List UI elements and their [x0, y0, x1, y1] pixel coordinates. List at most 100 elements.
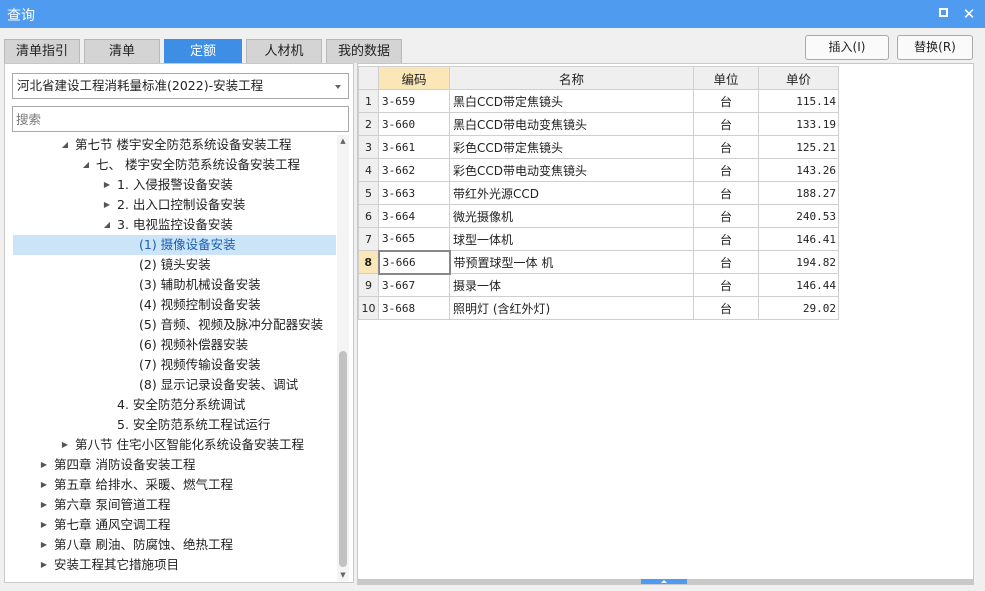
tree-node[interactable]: ◢ 七、 楼宇安全防范系统设备安装工程 [13, 155, 336, 175]
column-header-unit[interactable]: 单位 [693, 66, 759, 90]
replace-button[interactable]: 替换(R) [897, 35, 973, 60]
tree-node-selected[interactable]: (1) 摄像设备安装 [13, 235, 336, 255]
cell-price[interactable]: 115.14 [758, 89, 839, 113]
cell-code[interactable]: 3-665 [378, 227, 450, 251]
expanded-arrow-icon[interactable]: ◢ [81, 155, 91, 175]
tree-scrollbar[interactable]: ▲ ▼ [337, 135, 349, 581]
collapsed-arrow-icon[interactable]: ▶ [102, 195, 112, 215]
cell-price[interactable]: 240.53 [758, 204, 839, 228]
table-row-current[interactable]: 8 3-666 带预置球型一体 机 台 194.82 [358, 249, 839, 275]
tree-node[interactable]: ▶ 第八章 刷油、防腐蚀、绝热工程 [13, 535, 336, 555]
tree-node[interactable]: 5. 安全防范系统工程试运行 [13, 415, 336, 435]
cell-code[interactable]: 3-664 [378, 204, 450, 228]
table-row[interactable]: 3 3-661 彩色CCD带定焦镜头 台 125.21 [358, 135, 839, 159]
cell-price[interactable]: 194.82 [758, 250, 839, 274]
tab-quota[interactable]: 定额 [164, 39, 242, 63]
scroll-up-arrow-icon[interactable]: ▲ [337, 135, 349, 147]
tree-node[interactable]: ▶ 1. 入侵报警设备安装 [13, 175, 336, 195]
tree-node[interactable]: (5) 音频、视频及脉冲分配器安装 [13, 315, 336, 335]
tab-labor-material-machine[interactable]: 人材机 [246, 39, 322, 63]
collapsed-arrow-icon[interactable]: ▶ [39, 475, 49, 495]
tree-node[interactable]: ▶ 第七章 通风空调工程 [13, 515, 336, 535]
table-row[interactable]: 10 3-668 照明灯 (含红外灯) 台 29.02 [358, 296, 839, 320]
cell-unit[interactable]: 台 [693, 89, 759, 113]
tree-node[interactable]: (2) 镜头安装 [13, 255, 336, 275]
tree-node[interactable]: ▶ 2. 出入口控制设备安装 [13, 195, 336, 215]
table-row[interactable]: 9 3-667 摄录一体 台 146.44 [358, 273, 839, 297]
cell-price[interactable]: 146.41 [758, 227, 839, 251]
cell-price[interactable]: 29.02 [758, 296, 839, 320]
tab-list-guide[interactable]: 清单指引 [4, 39, 80, 63]
column-header-price[interactable]: 单价 [758, 66, 839, 90]
cell-name[interactable]: 黑白CCD带定焦镜头 [449, 89, 694, 113]
tree-node[interactable]: ▶ 第四章 消防设备安装工程 [13, 455, 336, 475]
tree-node[interactable]: (6) 视频补偿器安装 [13, 335, 336, 355]
cell-price[interactable]: 133.19 [758, 112, 839, 136]
cell-code[interactable]: 3-659 [378, 89, 450, 113]
library-select[interactable]: 河北省建设工程消耗量标准(2022)-安装工程 [12, 73, 349, 99]
cell-code-focused[interactable]: 3-666 [377, 249, 451, 275]
table-row[interactable]: 1 3-659 黑白CCD带定焦镜头 台 115.14 [358, 89, 839, 113]
cell-code[interactable]: 3-668 [378, 296, 450, 320]
cell-code[interactable]: 3-667 [378, 273, 450, 297]
tree-node[interactable]: (4) 视频控制设备安装 [13, 295, 336, 315]
cell-code[interactable]: 3-662 [378, 158, 450, 182]
cell-unit[interactable]: 台 [693, 181, 759, 205]
cell-unit[interactable]: 台 [693, 112, 759, 136]
cell-name[interactable]: 照明灯 (含红外灯) [449, 296, 694, 320]
tree-node[interactable]: ▶ 安装工程其它措施项目 [13, 555, 336, 575]
cell-unit[interactable]: 台 [693, 135, 759, 159]
table-row[interactable]: 4 3-662 彩色CCD带电动变焦镜头 台 143.26 [358, 158, 839, 182]
insert-button[interactable]: 插入(I) [805, 35, 889, 60]
collapsed-arrow-icon[interactable]: ▶ [39, 455, 49, 475]
cell-name[interactable]: 带预置球型一体 机 [449, 250, 694, 274]
collapsed-arrow-icon[interactable]: ▶ [102, 175, 112, 195]
table-row[interactable]: 7 3-665 球型一体机 台 146.41 [358, 227, 839, 251]
cell-price[interactable]: 125.21 [758, 135, 839, 159]
expanded-arrow-icon[interactable]: ◢ [102, 215, 112, 235]
collapsed-arrow-icon[interactable]: ▶ [39, 535, 49, 555]
close-button[interactable]: ✕ [959, 4, 979, 24]
tree-node[interactable]: ▶ 第八节 住宅小区智能化系统设备安装工程 [13, 435, 336, 455]
collapsed-arrow-icon[interactable]: ▶ [39, 495, 49, 515]
scrollbar-thumb[interactable] [339, 351, 347, 567]
cell-price[interactable]: 146.44 [758, 273, 839, 297]
tree-node[interactable]: ◢ 第七节 楼宇安全防范系统设备安装工程 [13, 135, 336, 155]
column-header-name[interactable]: 名称 [449, 66, 694, 90]
table-row[interactable]: 2 3-660 黑白CCD带电动变焦镜头 台 133.19 [358, 112, 839, 136]
tree-node[interactable]: ▶ 第六章 泵间管道工程 [13, 495, 336, 515]
cell-price[interactable]: 143.26 [758, 158, 839, 182]
tab-list[interactable]: 清单 [84, 39, 160, 63]
tree-node[interactable]: (7) 视频传输设备安装 [13, 355, 336, 375]
tree-node[interactable]: (8) 显示记录设备安装、调试 [13, 375, 336, 395]
tree-node[interactable]: (3) 辅助机械设备安装 [13, 275, 336, 295]
tree-node[interactable]: ▶ 第五章 给排水、采暖、燃气工程 [13, 475, 336, 495]
cell-name[interactable]: 微光摄像机 [449, 204, 694, 228]
search-input[interactable] [12, 106, 349, 132]
collapsed-arrow-icon[interactable]: ▶ [39, 555, 49, 575]
cell-price[interactable]: 188.27 [758, 181, 839, 205]
column-header-code[interactable]: 编码 [378, 66, 450, 90]
cell-code[interactable]: 3-661 [378, 135, 450, 159]
tab-my-data[interactable]: 我的数据 [326, 39, 402, 63]
cell-unit[interactable]: 台 [693, 227, 759, 251]
cell-unit[interactable]: 台 [693, 158, 759, 182]
table-row[interactable]: 6 3-664 微光摄像机 台 240.53 [358, 204, 839, 228]
expanded-arrow-icon[interactable]: ◢ [60, 135, 70, 155]
panel-splitter-handle[interactable] [641, 579, 687, 584]
cell-unit[interactable]: 台 [693, 296, 759, 320]
cell-code[interactable]: 3-663 [378, 181, 450, 205]
cell-unit[interactable]: 台 [693, 204, 759, 228]
collapsed-arrow-icon[interactable]: ▶ [39, 515, 49, 535]
tree-node[interactable]: 4. 安全防范分系统调试 [13, 395, 336, 415]
scroll-down-arrow-icon[interactable]: ▼ [337, 569, 349, 581]
cell-name[interactable]: 球型一体机 [449, 227, 694, 251]
cell-name[interactable]: 彩色CCD带定焦镜头 [449, 135, 694, 159]
tree-node[interactable]: ◢ 3. 电视监控设备安装 [13, 215, 336, 235]
cell-unit[interactable]: 台 [693, 250, 759, 274]
cell-name[interactable]: 彩色CCD带电动变焦镜头 [449, 158, 694, 182]
cell-name[interactable]: 带红外光源CCD [449, 181, 694, 205]
cell-code[interactable]: 3-660 [378, 112, 450, 136]
cell-unit[interactable]: 台 [693, 273, 759, 297]
maximize-button[interactable] [933, 4, 953, 24]
